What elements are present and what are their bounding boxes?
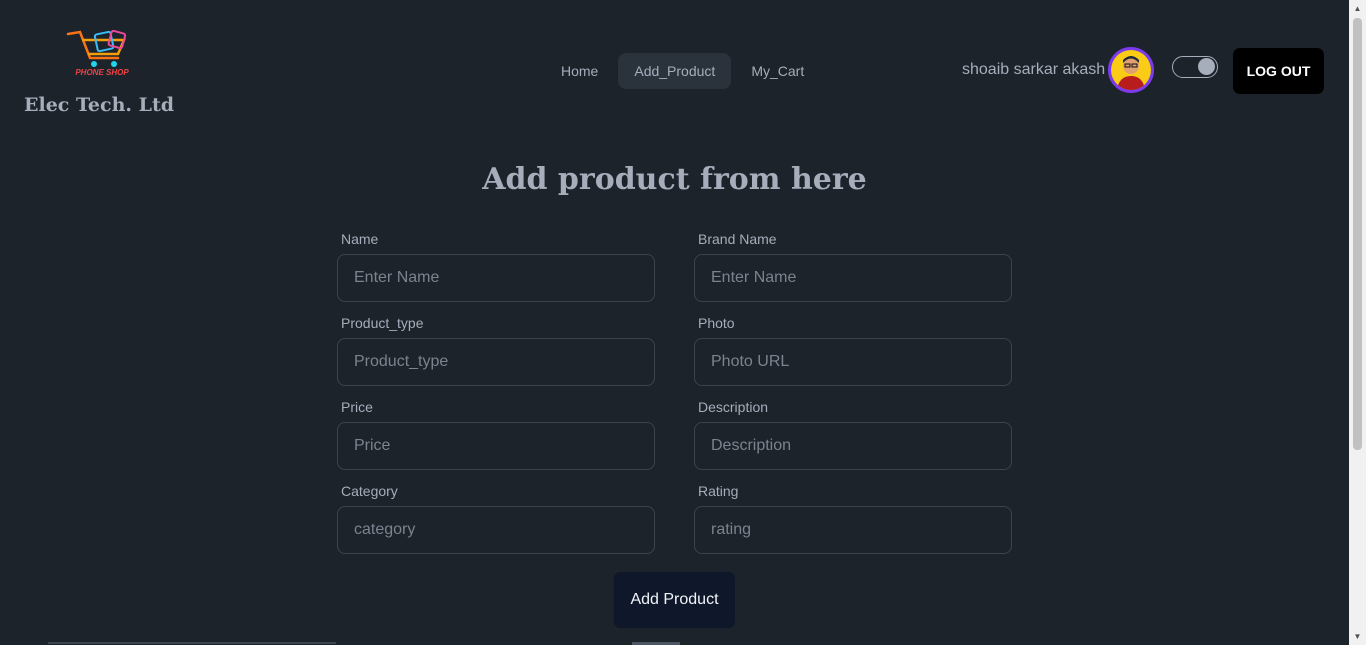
page-title: Add product from here [482,162,867,197]
name-field-group: Name [337,230,655,302]
brand-field-group: Brand Name [694,230,1012,302]
nav-my-cart[interactable]: My_Cart [735,53,820,89]
name-label: Name [341,231,379,247]
photo-field-group: Photo [694,314,1012,386]
rating-label: Rating [698,483,739,499]
nav-add-product[interactable]: Add_Product [618,53,732,89]
rating-input[interactable] [694,506,1012,554]
logo-text: PHONE SHOP [75,68,129,77]
vertical-scrollbar[interactable]: ▲ ▼ [1349,0,1366,645]
product-type-input[interactable] [337,338,655,386]
price-field-group: Price [337,398,655,470]
add-product-button[interactable]: Add Product [614,572,735,628]
avatar[interactable] [1108,47,1154,93]
type-field-group: Product_type [337,314,655,386]
scrollbar-thumb[interactable] [1353,18,1362,450]
type-label: Product_type [341,315,424,331]
category-label: Category [341,483,398,499]
price-input[interactable] [337,422,655,470]
price-label: Price [341,399,373,415]
rating-field-group: Rating [694,482,1012,554]
description-label: Description [698,399,769,415]
category-field-group: Category [337,482,655,554]
brand-label: Brand Name [698,231,777,247]
logout-button[interactable]: LOG OUT [1233,48,1324,94]
category-input[interactable] [337,506,655,554]
main-nav: Home Add_Product My_Cart [545,53,820,89]
shopping-cart-logo-icon: PHONE SHOP [66,29,129,77]
photo-url-input[interactable] [694,338,1012,386]
name-input[interactable] [337,254,655,302]
toggle-knob [1198,58,1215,75]
scroll-down-arrow-icon[interactable]: ▼ [1349,628,1366,645]
photo-label: Photo [698,315,735,331]
brand-name: Elec Tech. Ltd [24,94,175,116]
user-name: shoaib sarkar akash [962,61,1106,78]
theme-toggle[interactable] [1172,56,1218,78]
page: PHONE SHOP Elec Tech. Ltd Home Add_Produ… [0,0,1349,645]
nav-home[interactable]: Home [545,53,614,89]
user-portrait-icon [1111,50,1151,90]
scroll-up-arrow-icon[interactable]: ▲ [1349,0,1366,17]
divider [48,642,336,644]
description-field-group: Description [694,398,1012,470]
brand-input[interactable] [694,254,1012,302]
description-input[interactable] [694,422,1012,470]
